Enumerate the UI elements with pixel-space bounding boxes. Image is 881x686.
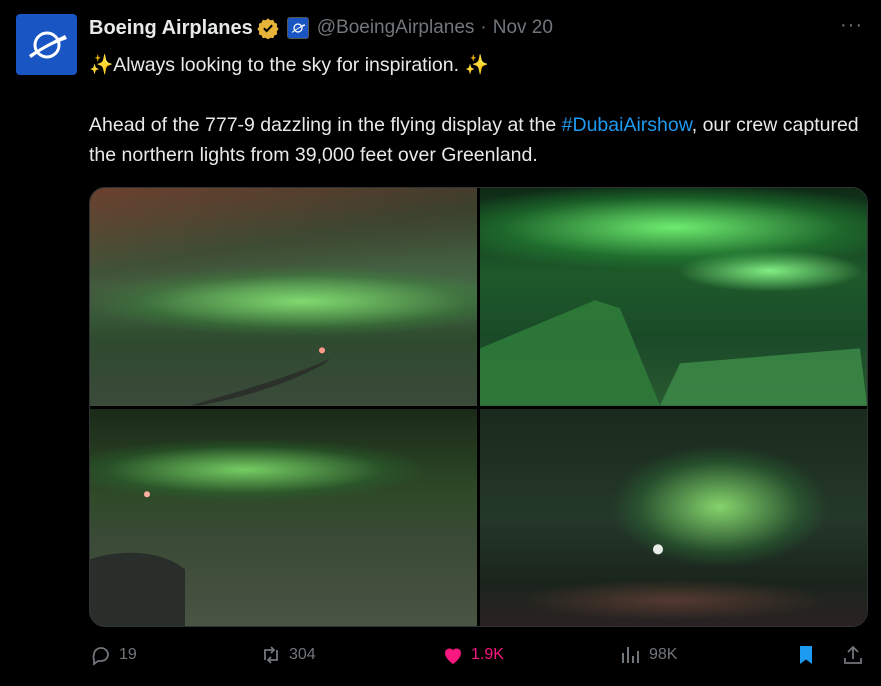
share-icon (844, 645, 862, 664)
reply-count: 19 (119, 646, 137, 663)
bookmark-icon (800, 646, 812, 664)
bookmark-button[interactable] (794, 643, 818, 667)
aurora-photo-1[interactable] (90, 188, 477, 406)
views-count: 98K (649, 646, 678, 663)
author-handle[interactable]: @BoeingAirplanes (317, 17, 475, 39)
like-button[interactable]: 1.9K (441, 643, 504, 667)
post-text-line1: ✨Always looking to the sky for inspirati… (89, 54, 489, 76)
post-actions-bar: 19 304 1.9K 98K (89, 643, 865, 677)
share-button[interactable] (841, 643, 865, 667)
heart-icon (445, 648, 461, 664)
reply-button[interactable]: 19 (89, 643, 137, 667)
engine-silhouette-icon (90, 490, 185, 626)
post-text-paragraph2: Ahead of the 777-9 dazzling in the flyin… (89, 110, 864, 170)
wing-silhouette-icon (480, 300, 867, 406)
verified-badge-icon[interactable] (257, 17, 279, 39)
hashtag-link[interactable]: #DubaiAirshow (562, 114, 692, 136)
moon-icon (653, 543, 663, 554)
repost-icon (264, 646, 278, 664)
author-name[interactable]: Boeing Airplanes (89, 17, 253, 40)
post-text: ✨Always looking to the sky for inspirati… (89, 50, 864, 170)
separator-dot: · (480, 17, 487, 38)
boeing-logo-icon (28, 31, 67, 58)
repost-count: 304 (289, 646, 316, 663)
like-count: 1.9K (471, 646, 504, 663)
post-header: Boeing Airplanes @BoeingAirplanes · Nov … (89, 14, 553, 42)
repost-button[interactable]: 304 (259, 643, 316, 667)
aurora-photo-4[interactable] (480, 408, 867, 626)
media-grid (89, 187, 868, 627)
reply-icon (92, 647, 109, 666)
wing-silhouette-icon (190, 347, 330, 406)
post-date[interactable]: Nov 20 (493, 17, 553, 39)
aurora-photo-2[interactable] (480, 188, 867, 406)
views-button[interactable]: 98K (619, 643, 677, 667)
author-avatar[interactable] (16, 14, 77, 75)
boeing-affiliate-icon[interactable] (286, 17, 309, 39)
more-options-icon[interactable]: ··· (840, 14, 863, 37)
aurora-photo-3[interactable] (90, 408, 477, 626)
post-text-segment: Ahead of the 777-9 dazzling in the flyin… (89, 114, 562, 136)
views-icon (622, 647, 639, 663)
